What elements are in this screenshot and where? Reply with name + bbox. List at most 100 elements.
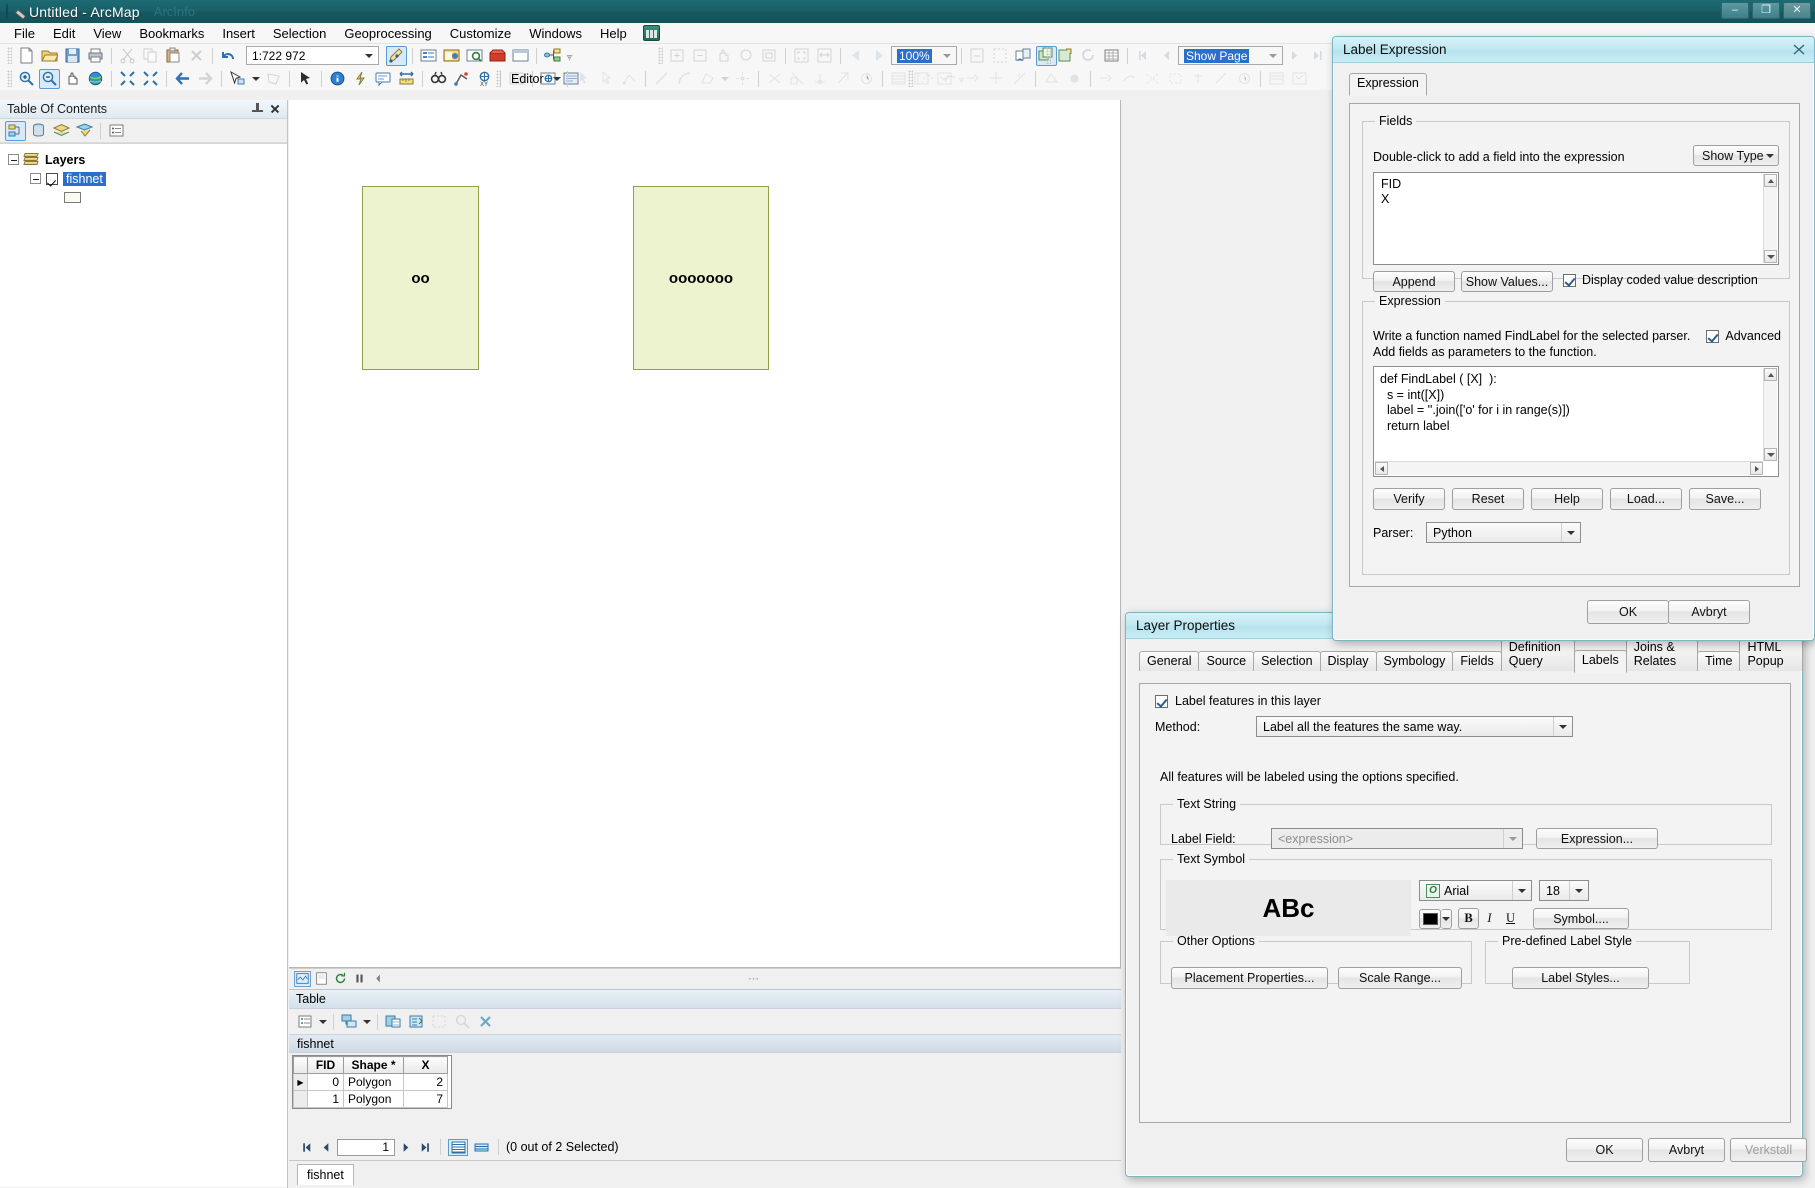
- label-features-row[interactable]: Label features in this layer: [1155, 694, 1321, 708]
- layout-full-extent-icon[interactable]: [759, 46, 780, 66]
- advanced-row[interactable]: Advanced: [1706, 329, 1781, 343]
- tab-definition-query[interactable]: Definition Query: [1500, 637, 1575, 671]
- delete-icon[interactable]: [186, 46, 207, 66]
- toc-layer-row[interactable]: fishnet: [0, 169, 287, 188]
- python-window-icon[interactable]: [510, 46, 531, 66]
- font-size-dropdown[interactable]: 18: [1539, 880, 1589, 901]
- search-window-icon[interactable]: [464, 46, 485, 66]
- toc-close-icon[interactable]: [268, 102, 282, 116]
- italic-button[interactable]: I: [1479, 908, 1500, 929]
- find-icon[interactable]: [428, 69, 449, 89]
- table-tab-fishnet[interactable]: fishnet: [297, 1164, 354, 1185]
- close-button[interactable]: ✕: [1783, 2, 1811, 19]
- symbol-button[interactable]: Symbol....: [1533, 908, 1629, 929]
- zoom-in-icon[interactable]: [16, 69, 37, 89]
- layout-focus-data-frame-icon[interactable]: [990, 46, 1011, 66]
- sketch-properties-icon[interactable]: [856, 69, 877, 89]
- table-options-icon[interactable]: [295, 1012, 316, 1032]
- grid-col-marker[interactable]: [293, 1056, 308, 1074]
- shared-edges-icon[interactable]: [1064, 69, 1085, 89]
- attributes-icon[interactable]: [833, 69, 854, 89]
- tab-labels[interactable]: Labels: [1573, 650, 1627, 673]
- label-expression-ok-button[interactable]: OK: [1587, 600, 1669, 624]
- open-document-icon[interactable]: [39, 46, 60, 66]
- data-driven-pages-setup-icon[interactable]: [1055, 46, 1076, 66]
- cell-fid[interactable]: 0: [307, 1073, 344, 1091]
- html-popup-icon[interactable]: [373, 69, 394, 89]
- layout-view-icon[interactable]: [313, 971, 330, 987]
- snap-vertex-icon[interactable]: [986, 69, 1007, 89]
- toc-options-icon[interactable]: [106, 121, 127, 141]
- underline-button[interactable]: U: [1500, 908, 1521, 929]
- verify-button[interactable]: Verify: [1373, 488, 1445, 510]
- layer-symbol-swatch[interactable]: [64, 192, 81, 203]
- map-canvas[interactable]: oo ooooooo: [289, 100, 1121, 968]
- select-features-icon[interactable]: [227, 69, 248, 89]
- split-tool-icon[interactable]: [787, 69, 808, 89]
- label-field-dropdown[interactable]: <expression>: [1271, 828, 1523, 849]
- edit-annotation-icon[interactable]: [596, 69, 617, 89]
- cut-polygons-icon[interactable]: [764, 69, 785, 89]
- toc-root-row[interactable]: Layers: [0, 150, 287, 169]
- table-row[interactable]: 1 Polygon 7: [293, 1090, 448, 1108]
- save-button[interactable]: Save...: [1689, 488, 1761, 510]
- map-polygon-feature[interactable]: ooooooo: [633, 186, 769, 370]
- delete-selected-icon[interactable]: [475, 1012, 496, 1032]
- error-inspector-icon[interactable]: [1266, 69, 1287, 89]
- list-by-visibility-icon[interactable]: [51, 121, 72, 141]
- layout-zoom-whole-page-icon[interactable]: [791, 46, 812, 66]
- identify-icon[interactable]: [327, 69, 348, 89]
- ddp-page-combo[interactable]: Show Page: [1178, 46, 1283, 65]
- layout-toggle-draft-icon[interactable]: [967, 46, 988, 66]
- layout-fixed-zoom-icon[interactable]: [736, 46, 757, 66]
- map-scrollbar-left-icon[interactable]: [370, 971, 387, 987]
- snap-point-icon[interactable]: [940, 69, 961, 89]
- cell-shape[interactable]: Polygon: [343, 1090, 404, 1108]
- curve-segment-icon[interactable]: [674, 69, 695, 89]
- tab-expression[interactable]: Expression: [1349, 73, 1427, 96]
- rotate-tool-icon[interactable]: [810, 69, 831, 89]
- code-scroll-right-icon[interactable]: [1750, 462, 1763, 475]
- cell-shape[interactable]: Polygon: [343, 1073, 404, 1091]
- field-list-item[interactable]: FID: [1381, 177, 1778, 192]
- tab-source[interactable]: Source: [1198, 651, 1255, 671]
- arctoolbox-window-icon[interactable]: [487, 46, 508, 66]
- field-list-scroll-down-icon[interactable]: [1764, 250, 1777, 263]
- expression-button[interactable]: Expression...: [1536, 828, 1658, 849]
- expression-code-editor[interactable]: def FindLabel ( [X] ): s = int([X]) labe…: [1373, 366, 1779, 477]
- edit-tool-icon[interactable]: [573, 69, 594, 89]
- editor-toolbar-toggle-icon[interactable]: [386, 45, 407, 66]
- menu-item-customize[interactable]: Customize: [441, 24, 520, 43]
- layout-zoom-combo[interactable]: 100%: [891, 46, 957, 65]
- select-by-attributes-icon[interactable]: [383, 1012, 404, 1032]
- label-expression-cancel-button[interactable]: Avbryt: [1668, 600, 1750, 624]
- editor-menu-button[interactable]: Editor: [505, 69, 550, 89]
- show-type-button[interactable]: Show Type: [1693, 145, 1779, 166]
- reshape-edge-icon[interactable]: [1142, 69, 1163, 89]
- advanced-checkbox[interactable]: [1706, 329, 1720, 343]
- cut-icon[interactable]: [117, 46, 138, 66]
- layer-properties-ok-button[interactable]: OK: [1566, 1138, 1643, 1162]
- data-driven-pages-table-icon[interactable]: [1101, 46, 1122, 66]
- toolbar-grip[interactable]: [7, 47, 12, 64]
- model-builder-icon[interactable]: [542, 46, 563, 66]
- font-name-dropdown[interactable]: O Arial: [1419, 880, 1532, 901]
- row-marker[interactable]: ▶: [293, 1073, 308, 1091]
- snapping-menu-icon[interactable]: [917, 69, 938, 89]
- trace-icon[interactable]: [697, 69, 718, 89]
- generalize-icon[interactable]: [1211, 69, 1232, 89]
- topology-icon[interactable]: [1041, 69, 1062, 89]
- tab-general[interactable]: General: [1139, 651, 1200, 671]
- validate-topology-icon[interactable]: [1234, 69, 1255, 89]
- code-scroll-down-icon[interactable]: [1764, 448, 1777, 461]
- layout-go-forward-icon[interactable]: [869, 46, 890, 66]
- toc-window-icon[interactable]: [418, 46, 439, 66]
- tab-html-popup[interactable]: HTML Popup: [1739, 637, 1803, 671]
- attribute-grid[interactable]: FID Shape * X ▶ 0 Polygon 2 1 Polygon 7: [292, 1055, 452, 1109]
- related-tables-icon[interactable]: [339, 1012, 360, 1032]
- pause-drawing-icon[interactable]: [351, 971, 368, 987]
- modify-edge-icon[interactable]: [1119, 69, 1140, 89]
- map-splitter-handle[interactable]: ⋯: [388, 972, 1121, 985]
- tab-fields[interactable]: Fields: [1452, 651, 1502, 671]
- copy-icon[interactable]: [140, 46, 161, 66]
